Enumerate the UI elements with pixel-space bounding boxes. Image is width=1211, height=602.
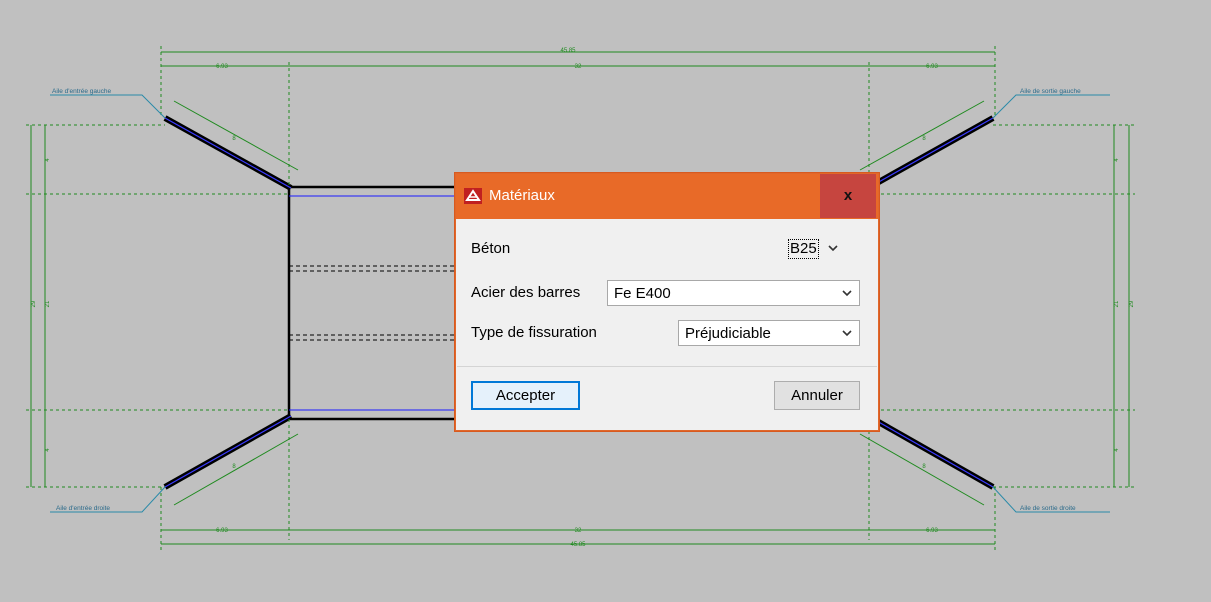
- wing-bottom-left: [163, 413, 293, 490]
- dim-left-top: 6.93: [216, 64, 228, 70]
- close-icon: x: [843, 187, 853, 204]
- dim-wing-tl: 8: [232, 136, 236, 142]
- app-logo-icon: [464, 188, 482, 204]
- dim-side-left-inner: 21: [45, 300, 51, 307]
- dim-wing-br: 8: [922, 464, 926, 470]
- chevron-down-icon: [842, 330, 852, 337]
- dim-right-bottom: 6.93: [926, 528, 938, 534]
- dim-mid-top: 32: [575, 64, 582, 70]
- dim-right-top: 6.93: [926, 64, 938, 70]
- chevron-down-icon: [842, 290, 852, 297]
- acier-value: Fe E400: [614, 285, 671, 302]
- dim-side-right-small-bottom: 4: [1114, 448, 1120, 452]
- acier-select[interactable]: Fe E400: [607, 280, 860, 306]
- dim-left-bottom: 6.93: [216, 528, 228, 534]
- fissuration-label: Type de fissuration: [471, 324, 597, 341]
- label-wing-bottom-left: Aile d'entrée droite: [56, 505, 110, 512]
- dim-total-top: 45.85: [560, 48, 576, 54]
- label-wing-top-left: Aile d'entrée gauche: [52, 88, 111, 95]
- accept-button[interactable]: Accepter: [471, 381, 580, 410]
- label-wing-top-right: Aile de sortie gauche: [1020, 88, 1081, 95]
- wing-bottom-right: [866, 413, 995, 490]
- dim-side-left-small-bottom: 4: [45, 448, 51, 452]
- chevron-down-icon: [828, 245, 838, 252]
- dim-side-right-inner: 21: [1114, 300, 1120, 307]
- fissuration-value: Préjudiciable: [685, 325, 771, 342]
- beton-label: Béton: [471, 240, 511, 257]
- label-wing-bottom-right: Aile de sortie droite: [1020, 505, 1076, 512]
- cancel-button[interactable]: Annuler: [774, 381, 860, 410]
- dim-wing-tr: 8: [922, 136, 926, 142]
- wing-top-right: [866, 115, 995, 191]
- close-button[interactable]: x: [820, 174, 876, 218]
- dim-side-left-small-top: 4: [45, 158, 51, 162]
- dim-mid-bottom: 32: [575, 528, 582, 534]
- fissuration-select[interactable]: Préjudiciable: [678, 320, 860, 346]
- beton-value: B25: [788, 239, 819, 259]
- dim-side-right-outer: 29: [1129, 300, 1135, 307]
- dim-side-left-outer: 29: [31, 300, 37, 307]
- dialog-title: Matériaux: [489, 187, 555, 204]
- wing-top-left: [163, 115, 293, 191]
- acier-label: Acier des barres: [471, 284, 581, 301]
- dim-side-right-small-top: 4: [1114, 158, 1120, 162]
- dim-total-bottom: 45.85: [570, 542, 586, 548]
- materiaux-dialog: Matériaux x Béton B25 Acier des barres F…: [455, 173, 879, 431]
- beton-select[interactable]: B25: [788, 236, 840, 262]
- dialog-titlebar[interactable]: Matériaux x: [456, 174, 878, 219]
